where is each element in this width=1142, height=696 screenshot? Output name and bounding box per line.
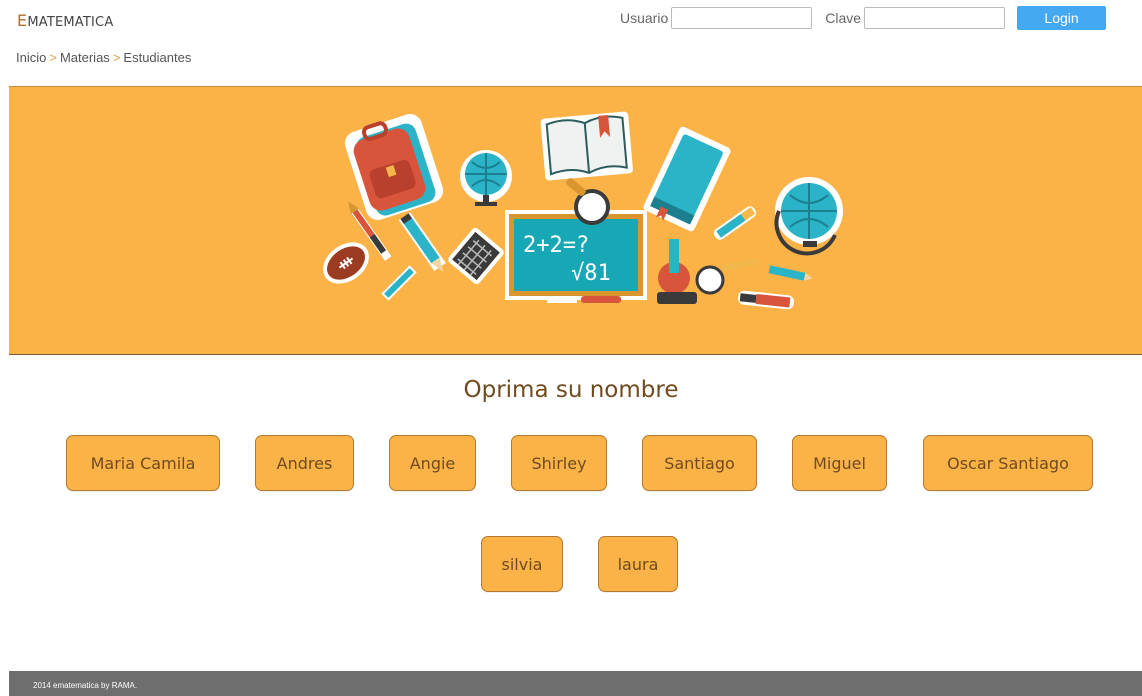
breadcrumb-estudiantes: Estudiantes [123, 50, 192, 65]
small-pencil-icon [768, 265, 813, 281]
closed-book-icon [643, 126, 731, 232]
student-button-andres[interactable]: Andres [255, 435, 354, 491]
breadcrumb-inicio[interactable]: Inicio [16, 50, 46, 65]
open-book-icon [540, 111, 633, 181]
student-button-miguel[interactable]: Miguel [792, 435, 887, 491]
login-form: Usuario Clave Login [620, 6, 1107, 30]
football-icon [323, 242, 369, 284]
student-button-maria-camila[interactable]: Maria Camila [66, 435, 220, 491]
small-globe-icon [460, 150, 512, 206]
logo-text: MATEMATICA [27, 15, 114, 30]
user-label: Usuario [620, 10, 669, 26]
marker-icon [713, 206, 757, 240]
chalkboard-equation: 2+2=? [523, 233, 589, 258]
chalkboard-root: √81 [571, 261, 611, 286]
page-title: Oprima su nombre [463, 377, 679, 403]
breadcrumb: Inicio > Materias > Estudiantes [16, 50, 191, 65]
magnifier-small-icon [695, 258, 761, 295]
chalkboard: 2+2=? √81 [505, 210, 647, 303]
breadcrumb-separator: > [112, 50, 121, 65]
site-logo[interactable]: EMATEMATICA [17, 11, 113, 30]
microscope-icon [657, 239, 697, 304]
large-globe-icon [774, 177, 843, 256]
footer: 2014 ematematica by RAMA. [9, 671, 1142, 696]
footer-text: 2014 ematematica by RAMA. [33, 681, 138, 690]
student-button-shirley[interactable]: Shirley [511, 435, 607, 491]
breadcrumb-separator: > [49, 50, 57, 65]
school-supplies-banner: 2+2=? √81 [9, 86, 1142, 355]
breadcrumb-materias[interactable]: Materias [60, 50, 110, 65]
fountain-pen-icon [381, 265, 417, 301]
backpack-icon [344, 114, 444, 220]
pen-icon [738, 290, 794, 310]
student-button-santiago[interactable]: Santiago [642, 435, 757, 491]
logo-initial: E [17, 11, 28, 30]
student-button-oscar-santiago[interactable]: Oscar Santiago [923, 435, 1093, 491]
student-button-laura[interactable]: laura [598, 536, 678, 592]
calculator-icon [448, 227, 504, 285]
password-input[interactable] [864, 7, 1006, 29]
school-supplies-illustration: 2+2=? √81 [323, 111, 843, 310]
pencil-icon [398, 212, 446, 272]
login-button[interactable]: Login [1017, 6, 1107, 30]
student-button-angie[interactable]: Angie [389, 435, 476, 491]
student-button-silvia[interactable]: silvia [481, 536, 563, 592]
user-input[interactable] [671, 7, 813, 29]
password-label: Clave [825, 10, 862, 26]
